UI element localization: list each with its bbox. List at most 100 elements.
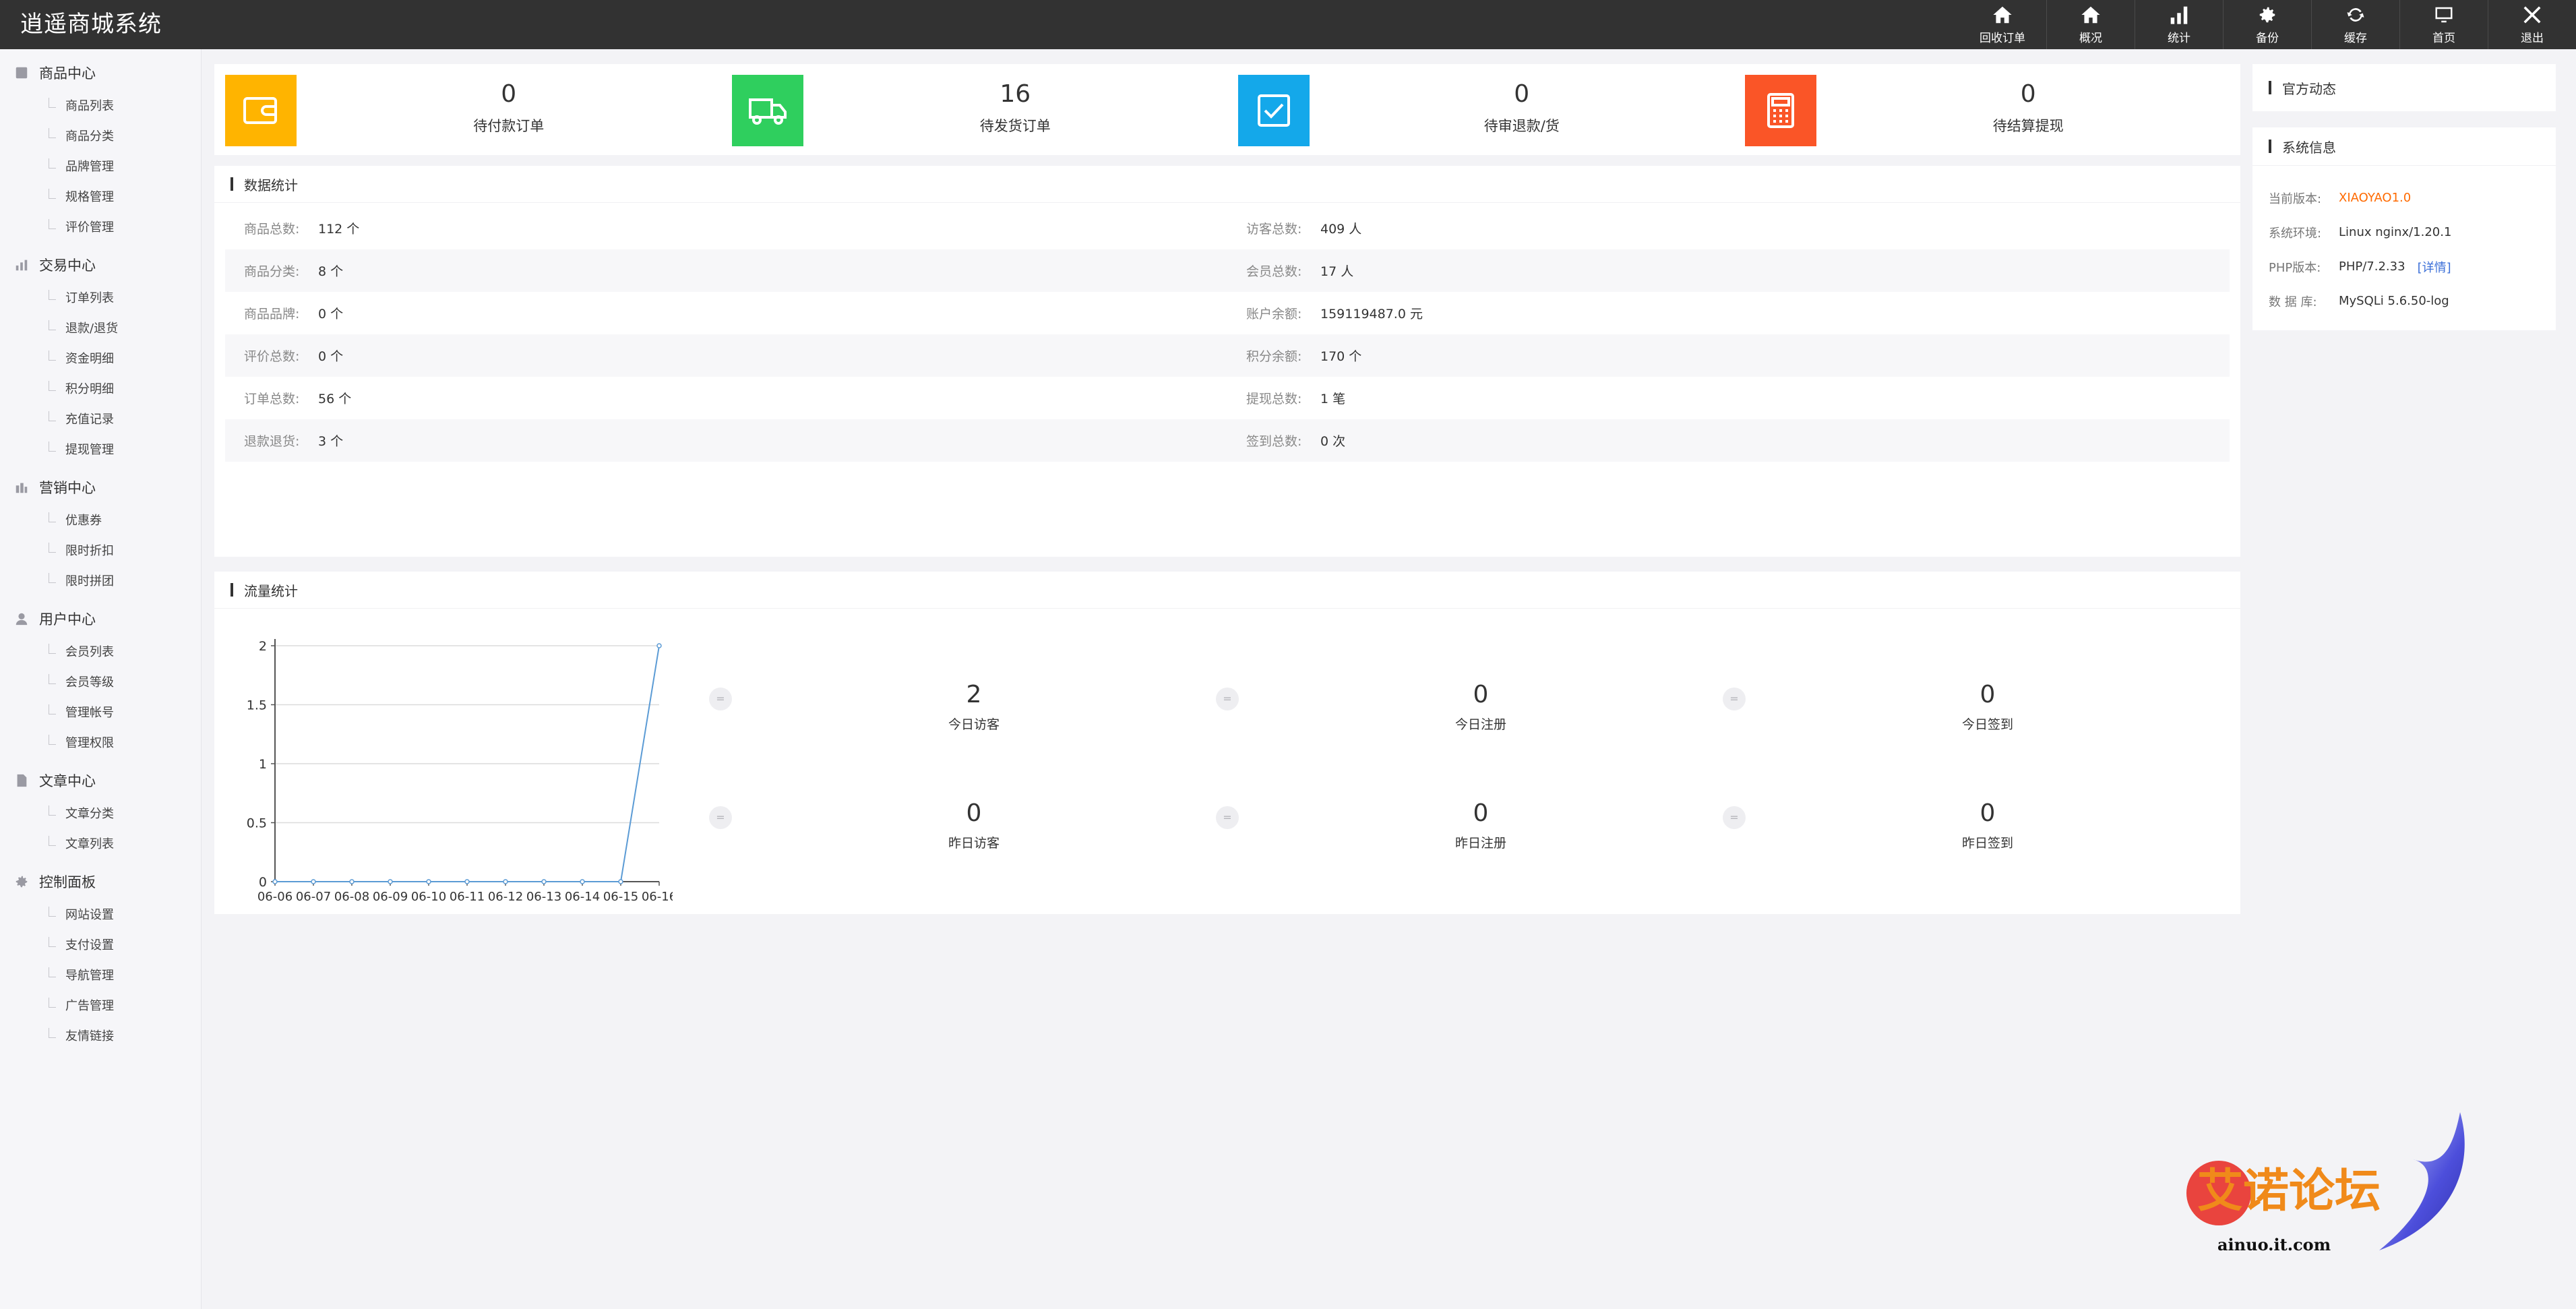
bar-chart-icon [13, 479, 30, 495]
system-info-row: PHP版本: PHP/7.2.33 [详情] [2252, 249, 2556, 284]
chart-data-point [618, 879, 623, 884]
sidebar-item-label: 商品列表 [65, 98, 114, 113]
sidebar-item[interactable]: 会员等级 [0, 666, 201, 696]
sidebar-item[interactable]: 充值记录 [0, 403, 201, 433]
sidebar-group-header[interactable]: 用户中心 [0, 602, 201, 636]
sidebar-item[interactable]: 提现管理 [0, 433, 201, 464]
data-value: 112 个 [318, 222, 360, 237]
sidebar-item[interactable]: 商品分类 [0, 120, 201, 150]
topnav-home[interactable]: 首页 [2399, 0, 2488, 49]
sidebar-group-header[interactable]: 营销中心 [0, 470, 201, 504]
system-info-row: 当前版本: XIAOYAO1.0 [2252, 181, 2556, 215]
topnav-backup[interactable]: 备份 [2223, 0, 2311, 49]
stat-value: 0 [501, 80, 517, 108]
sidebar-item[interactable]: 积分明细 [0, 373, 201, 403]
sidebar-item-label: 资金明细 [65, 351, 114, 366]
sidebar-item-label: 会员等级 [65, 675, 114, 690]
sidebar-item[interactable]: 限时折扣 [0, 535, 201, 565]
topnav-label: 统计 [2168, 31, 2190, 45]
data-key: 提现总数: [1246, 392, 1302, 406]
sidebar-item-label: 导航管理 [65, 968, 114, 983]
topnav-label: 备份 [2256, 31, 2279, 45]
sidebar-item[interactable]: 优惠券 [0, 504, 201, 535]
sidebar-item[interactable]: 管理帐号 [0, 696, 201, 727]
stat-pending-refund[interactable]: 0 待审退款/货 [1227, 64, 1734, 155]
sidebar-group-header[interactable]: 商品中心 [0, 56, 201, 90]
chart-data-point [311, 879, 316, 884]
stat-pending-withdraw[interactable]: 0 待结算提现 [1734, 64, 2241, 155]
traffic-stats-title: 流量统计 [214, 572, 2240, 609]
topnav-label: 退出 [2521, 31, 2544, 45]
data-value: 0 次 [1320, 434, 1346, 449]
sidebar-item[interactable]: 退款/退货 [0, 312, 201, 342]
order-stat-row: 0 待付款订单 16 待发货订单 0 待审退款/货 0 待结算提现 [214, 64, 2240, 155]
calculator-icon [1744, 75, 1816, 146]
topnav-label: 回收订单 [1980, 31, 2025, 45]
chart-y-tick-label: 1 [259, 757, 267, 772]
data-value: 3 个 [318, 434, 344, 449]
sidebar-group-marketing: 营销中心 优惠券 限时折扣 限时拼团 [0, 470, 201, 595]
sidebar-item[interactable]: 文章分类 [0, 797, 201, 828]
data-value: 8 个 [318, 264, 344, 279]
sidebar-item[interactable]: 品牌管理 [0, 150, 201, 181]
sidebar-group-title: 营销中心 [39, 480, 96, 496]
home-icon [2081, 6, 2100, 23]
data-value: 159119487.0 元 [1320, 307, 1423, 322]
traffic-stat-today-visitors: = 2 今日访客 [709, 666, 1216, 740]
right-column: 官方动态 系统信息 当前版本: XIAOYAO1.0 系统环境: Linux n… [2252, 64, 2556, 330]
sidebar-item-label: 管理权限 [65, 735, 114, 750]
sidebar-group-goods: 商品中心 商品列表 商品分类 品牌管理 规格管理 评价管理 [0, 56, 201, 241]
topnav-recycle-orders[interactable]: 回收订单 [1959, 0, 2046, 49]
sidebar-group-header[interactable]: 文章中心 [0, 764, 201, 797]
sidebar-group-users: 用户中心 会员列表 会员等级 管理帐号 管理权限 [0, 602, 201, 757]
stat-value: 16 [1000, 80, 1031, 108]
sidebar-item-label: 评价管理 [65, 220, 114, 235]
sidebar-item-label: 充值记录 [65, 412, 114, 427]
data-key: 商品品牌: [244, 307, 300, 322]
sidebar-item[interactable]: 广告管理 [0, 990, 201, 1020]
data-key: 会员总数: [1246, 264, 1302, 279]
gear-icon [2259, 7, 2275, 22]
chart-data-point [541, 879, 547, 884]
topnav-cache[interactable]: 缓存 [2311, 0, 2399, 49]
chart-x-tick-label: 06-11 [450, 890, 485, 902]
sidebar-item-label: 支付设置 [65, 938, 114, 952]
data-key: 商品分类: [244, 264, 300, 279]
sidebar-item[interactable]: 导航管理 [0, 959, 201, 990]
data-value: 0 个 [318, 349, 344, 364]
topnav-logout[interactable]: 退出 [2488, 0, 2576, 49]
sidebar-item[interactable]: 管理权限 [0, 727, 201, 757]
stat-label: 待结算提现 [1992, 118, 2064, 134]
sidebar-item[interactable]: 限时拼团 [0, 565, 201, 595]
sidebar-item-label: 商品分类 [65, 129, 114, 144]
topnav-statistics[interactable]: 统计 [2135, 0, 2223, 49]
chart-data-point [503, 879, 508, 884]
sidebar-item-label: 文章分类 [65, 806, 114, 821]
data-value: 56 个 [318, 392, 352, 406]
chart-x-tick-label: 06-14 [565, 890, 600, 902]
sidebar-group-header[interactable]: 控制面板 [0, 865, 201, 899]
sidebar-item[interactable]: 会员列表 [0, 636, 201, 666]
sidebar-item[interactable]: 文章列表 [0, 828, 201, 858]
watermark-logo: 艾诺论坛 ainuo.it.com [2186, 1112, 2465, 1254]
sidebar-item[interactable]: 友情链接 [0, 1020, 201, 1050]
data-key: 访客总数: [1246, 222, 1302, 237]
data-key: 订单总数: [244, 392, 300, 406]
sidebar-item[interactable]: 支付设置 [0, 929, 201, 959]
topnav-overview[interactable]: 概况 [2046, 0, 2135, 49]
php-details-link[interactable]: [详情] [2418, 258, 2451, 276]
sidebar-item[interactable]: 资金明细 [0, 342, 201, 373]
stat-pending-payment[interactable]: 0 待付款订单 [214, 64, 721, 155]
sidebar-group-header[interactable]: 交易中心 [0, 248, 201, 282]
traffic-label: 昨日签到 [1961, 836, 2013, 851]
sidebar-item[interactable]: 订单列表 [0, 282, 201, 312]
system-key: 系统环境: [2269, 226, 2322, 241]
stat-pending-shipment[interactable]: 16 待发货订单 [721, 64, 1228, 155]
chart-x-tick-label: 06-06 [257, 890, 293, 902]
sidebar-item[interactable]: 商品列表 [0, 90, 201, 120]
sidebar-item[interactable]: 网站设置 [0, 899, 201, 929]
traffic-line-chart: 00.511.5206-06 06-07 06-08 06-09 06-10 06-11 0… [247, 639, 677, 904]
sidebar-item[interactable]: 评价管理 [0, 211, 201, 241]
sidebar-item[interactable]: 规格管理 [0, 181, 201, 211]
monitor-icon [2435, 7, 2453, 22]
